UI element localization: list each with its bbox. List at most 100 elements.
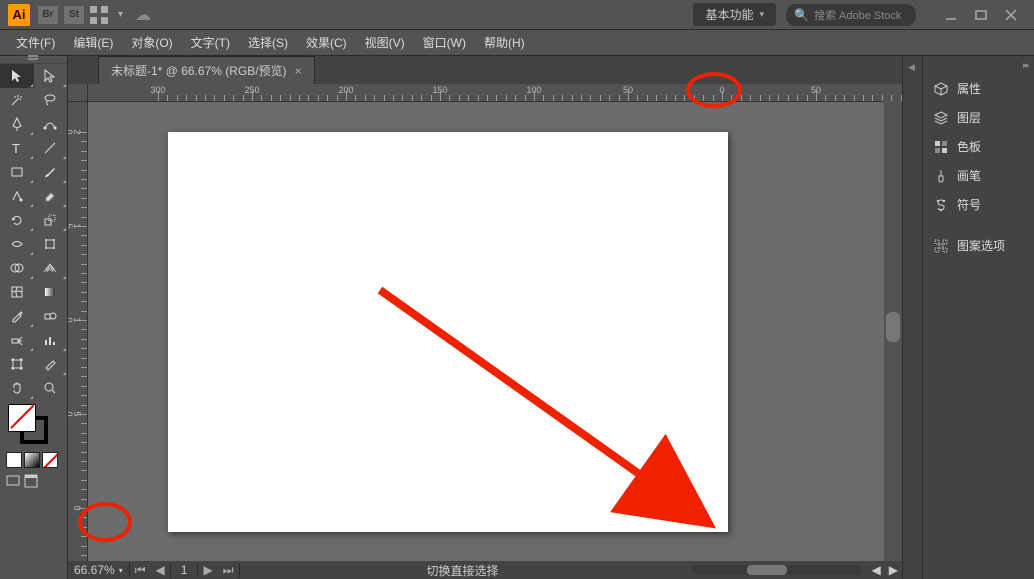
artboard-nav[interactable]: ⏮◀ <box>130 563 171 578</box>
panel-label: 图层 <box>957 109 981 126</box>
panel-properties[interactable]: 属性 <box>923 74 1034 103</box>
eyedropper-tool-icon[interactable] <box>0 304 34 328</box>
panel-label: 画笔 <box>957 167 981 184</box>
cloud-sync-icon[interactable]: ☁ <box>135 5 151 25</box>
column-graph-tool-icon[interactable] <box>34 328 68 352</box>
curvature-tool-icon[interactable] <box>34 112 68 136</box>
canvas[interactable] <box>88 102 884 561</box>
vertical-scrollbar[interactable] <box>884 102 902 561</box>
menu-select[interactable]: 选择(S) <box>240 31 296 54</box>
artboard-number[interactable]: 1 <box>171 563 199 577</box>
panel-pattern-options[interactable]: 图案选项 <box>923 231 1034 260</box>
stock-icon[interactable]: St <box>64 6 84 24</box>
search-placeholder: 搜索 Adobe Stock <box>814 7 901 23</box>
close-tab-icon[interactable]: × <box>295 64 302 78</box>
ruler-origin[interactable] <box>68 84 88 102</box>
menu-help[interactable]: 帮助(H) <box>476 31 533 54</box>
menu-file[interactable]: 文件(F) <box>8 31 63 54</box>
scroll-left-icon[interactable]: ◀ <box>868 563 885 577</box>
scale-tool-icon[interactable] <box>34 208 68 232</box>
swatches-icon <box>933 139 949 155</box>
direct-selection-tool-icon[interactable] <box>34 64 68 88</box>
maximize-button[interactable] <box>966 3 996 27</box>
menu-effect[interactable]: 效果(C) <box>298 31 355 54</box>
chevron-down-icon[interactable]: ▾ <box>118 9 123 20</box>
panel-collapse-strip[interactable] <box>902 56 922 579</box>
rectangle-tool-icon[interactable] <box>0 160 34 184</box>
chevron-down-icon: ▾ <box>759 9 764 20</box>
workspace-label: 基本功能 <box>705 6 753 23</box>
vertical-ruler[interactable]: 200150100500 <box>68 102 88 561</box>
fill-stroke-swatch[interactable] <box>0 400 67 450</box>
change-screen-mode-icon[interactable] <box>24 474 38 488</box>
scroll-right-icon[interactable]: ▶ <box>885 563 902 577</box>
workspace-dropdown[interactable]: 基本功能 ▾ <box>693 3 776 26</box>
document-area: 未标题-1* @ 66.67% (RGB/预览) × 3002502001501… <box>68 56 902 579</box>
artboard <box>168 132 728 532</box>
first-icon[interactable]: ⏮ <box>130 563 151 578</box>
slice-tool-icon[interactable] <box>34 352 68 376</box>
lasso-tool-icon[interactable] <box>34 88 68 112</box>
panel-symbols[interactable]: 符号 <box>923 190 1034 219</box>
panel-swatches[interactable]: 色板 <box>923 132 1034 161</box>
right-panels: 属性 图层 色板 画笔 符号 图案选项 <box>922 56 1034 579</box>
menu-view[interactable]: 视图(V) <box>357 31 413 54</box>
prev-icon[interactable]: ◀ <box>151 563 170 577</box>
perspective-grid-tool-icon[interactable] <box>34 256 68 280</box>
eraser-tool-icon[interactable] <box>34 184 68 208</box>
gradient-mode-icon[interactable] <box>24 452 40 468</box>
next-icon[interactable]: ▶ <box>198 563 217 577</box>
hand-tool-icon[interactable] <box>0 376 34 400</box>
menu-type[interactable]: 文字(T) <box>183 31 238 54</box>
magic-wand-tool-icon[interactable] <box>0 88 34 112</box>
artboard-nav-2[interactable]: ▶⏭ <box>198 563 239 578</box>
last-icon[interactable]: ⏭ <box>218 563 239 578</box>
document-tab-title: 未标题-1* @ 66.67% (RGB/预览) <box>111 62 287 79</box>
arrange-documents-icon[interactable] <box>90 6 108 24</box>
panel-expand-icon[interactable] <box>923 62 1034 74</box>
free-transform-tool-icon[interactable] <box>34 232 68 256</box>
menu-edit[interactable]: 编辑(E) <box>65 31 121 54</box>
screen-mode-icon[interactable] <box>6 474 20 488</box>
none-mode-icon[interactable] <box>42 452 58 468</box>
bridge-icon[interactable]: Br <box>38 6 58 24</box>
color-mode-icon[interactable] <box>6 452 22 468</box>
cube-icon <box>933 81 949 97</box>
status-bar: 66.67%▾ ⏮◀ 1 ▶⏭ 切换直接选择 ◀ ▶ <box>68 561 902 579</box>
stock-search-input[interactable]: 🔍 搜索 Adobe Stock <box>786 4 916 26</box>
shape-builder-tool-icon[interactable] <box>0 256 34 280</box>
title-bar: Ai Br St ▾ ☁ 基本功能 ▾ 🔍 搜索 Adobe Stock <box>0 0 1034 30</box>
shaper-tool-icon[interactable] <box>0 184 34 208</box>
type-tool-icon[interactable]: T <box>0 136 34 160</box>
zoom-dropdown[interactable]: 66.67%▾ <box>68 563 130 577</box>
tools-grip-icon[interactable] <box>0 56 67 64</box>
pen-tool-icon[interactable] <box>0 112 34 136</box>
line-tool-icon[interactable] <box>34 136 68 160</box>
menu-window[interactable]: 窗口(W) <box>415 31 474 54</box>
document-tab[interactable]: 未标题-1* @ 66.67% (RGB/预览) × <box>98 56 315 84</box>
app-logo-icon: Ai <box>8 4 30 26</box>
zoom-tool-icon[interactable] <box>34 376 68 400</box>
rotate-tool-icon[interactable] <box>0 208 34 232</box>
menu-object[interactable]: 对象(O) <box>123 31 180 54</box>
mesh-tool-icon[interactable] <box>0 280 34 304</box>
horizontal-ruler[interactable]: 30025020015010050050 <box>88 84 884 102</box>
panel-label: 色板 <box>957 138 981 155</box>
width-tool-icon[interactable] <box>0 232 34 256</box>
gradient-tool-icon[interactable] <box>34 280 68 304</box>
close-button[interactable] <box>996 3 1026 27</box>
blend-tool-icon[interactable] <box>34 304 68 328</box>
horizontal-scrollbar[interactable] <box>692 565 862 575</box>
fill-swatch-icon[interactable] <box>8 404 36 432</box>
selection-tool-icon[interactable] <box>0 64 34 88</box>
zoom-value: 66.67% <box>74 563 115 577</box>
menu-bar: 文件(F) 编辑(E) 对象(O) 文字(T) 选择(S) 效果(C) 视图(V… <box>0 30 1034 56</box>
symbols-icon <box>933 197 949 213</box>
panel-brushes[interactable]: 画笔 <box>923 161 1034 190</box>
layers-icon <box>933 110 949 126</box>
artboard-tool-icon[interactable] <box>0 352 34 376</box>
symbol-sprayer-tool-icon[interactable] <box>0 328 34 352</box>
panel-layers[interactable]: 图层 <box>923 103 1034 132</box>
paintbrush-tool-icon[interactable] <box>34 160 68 184</box>
minimize-button[interactable] <box>936 3 966 27</box>
